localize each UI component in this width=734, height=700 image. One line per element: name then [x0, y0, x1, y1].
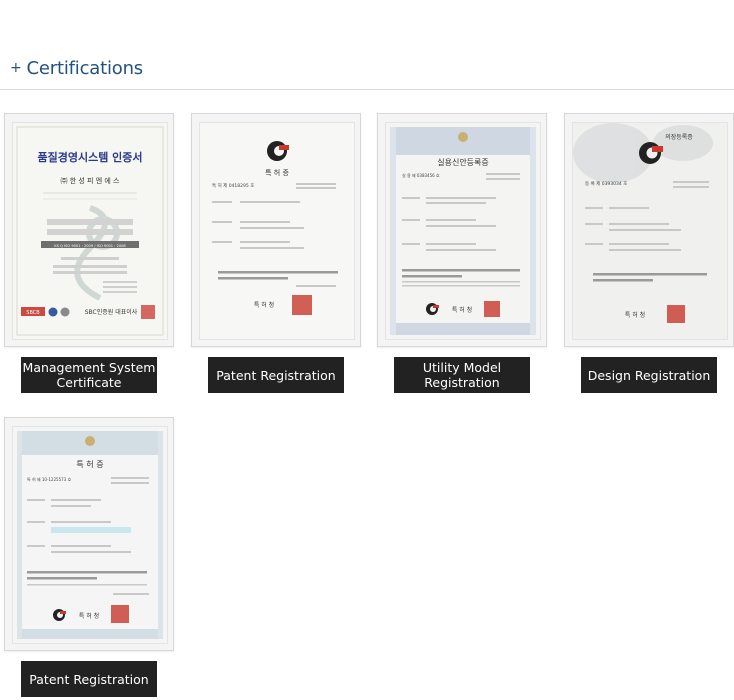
certificate-card-patent-2[interactable]: 특 허 증 특 허 제 10-1225573 호 특 허 청 Patent Re… [4, 417, 174, 699]
plus-icon: + [10, 60, 22, 76]
section-title: Certifications [26, 58, 144, 79]
certificate-image[interactable]: 품질경영시스템 인증서 ㈜ 한 성 피 엔 에 스 KS Q ISO 9001 … [12, 122, 168, 340]
certificate-image[interactable]: 특 허 증 특 허 제 0418295 호 특 허 청 [199, 122, 355, 340]
certificate-card-utility-model[interactable]: 실용신안등록증 실 용 제 0383456 호 특 허 청 Utility Mo… [377, 113, 547, 395]
certificate-frame: 실용신안등록증 실 용 제 0383456 호 특 허 청 [377, 113, 547, 347]
doc-badge: SBCB [26, 310, 40, 316]
certificate-frame: 의장등록증 등 록 제 0393034 호 특 허 청 [564, 113, 734, 347]
section-divider [0, 89, 734, 90]
certificate-image[interactable]: 실용신안등록증 실 용 제 0383456 호 특 허 청 [385, 122, 541, 340]
certificate-card-management-system[interactable]: 품질경영시스템 인증서 ㈜ 한 성 피 엔 에 스 KS Q ISO 9001 … [4, 113, 174, 395]
doc-standard: KS Q ISO 9001 : 2009 / ISO 9001 : 2008 [54, 244, 126, 248]
doc-title: 특 허 증 [265, 168, 289, 177]
certificate-label[interactable]: Patent Registration [208, 357, 344, 393]
doc-title: 품질경영시스템 인증서 [37, 150, 142, 164]
certificate-label[interactable]: Design Registration [581, 357, 717, 393]
doc-title: 실용신안등록증 [437, 157, 489, 167]
doc-seal-text: 특 허 청 [79, 612, 99, 620]
label-line-1: Design Registration [587, 367, 711, 383]
label-line-1: Management System [22, 360, 156, 375]
label-line-2: Certificate [56, 375, 122, 390]
doc-footer: SBC인증원 대표이사 [85, 308, 138, 316]
certificate-label[interactable]: Management System Certificate [21, 357, 157, 393]
label-line-1: Patent Registration [29, 671, 149, 687]
doc-number: 실 용 제 0383456 호 [402, 172, 440, 178]
doc-seal-text: 특 허 청 [625, 311, 645, 319]
certificate-card-design[interactable]: 의장등록증 등 록 제 0393034 호 특 허 청 Design Regis… [564, 113, 734, 395]
label-line-1: Utility Model [422, 360, 502, 375]
certificate-frame: 특 허 증 특 허 제 10-1225573 호 특 허 청 [4, 417, 174, 651]
doc-number: 특 허 제 10-1225573 호 [27, 476, 71, 482]
doc-seal-text: 특 허 청 [254, 301, 274, 309]
doc-number: 등 록 제 0393034 호 [585, 180, 627, 187]
certificate-image[interactable]: 특 허 증 특 허 제 10-1225573 호 특 허 청 [12, 426, 168, 644]
certificate-frame: 특 허 증 특 허 제 0418295 호 특 허 청 [191, 113, 361, 347]
label-line-2: Registration [424, 375, 500, 390]
doc-title: 특 허 증 [76, 460, 103, 469]
doc-company: ㈜ 한 성 피 엔 에 스 [61, 176, 121, 185]
doc-number: 특 허 제 0418295 호 [212, 182, 254, 189]
label-line-1: Patent Registration [216, 367, 336, 383]
certificate-card-patent[interactable]: 특 허 증 특 허 제 0418295 호 특 허 청 Patent Regis… [191, 113, 361, 395]
certificate-label[interactable]: Utility Model Registration [394, 357, 530, 393]
section-heading: + Certifications [10, 58, 143, 79]
certificate-frame: 품질경영시스템 인증서 ㈜ 한 성 피 엔 에 스 KS Q ISO 9001 … [4, 113, 174, 347]
certificate-image[interactable]: 의장등록증 등 록 제 0393034 호 특 허 청 [572, 122, 728, 340]
certificate-label[interactable]: Patent Registration [21, 661, 157, 697]
doc-title: 의장등록증 [665, 133, 693, 141]
doc-seal-text: 특 허 청 [452, 306, 472, 314]
